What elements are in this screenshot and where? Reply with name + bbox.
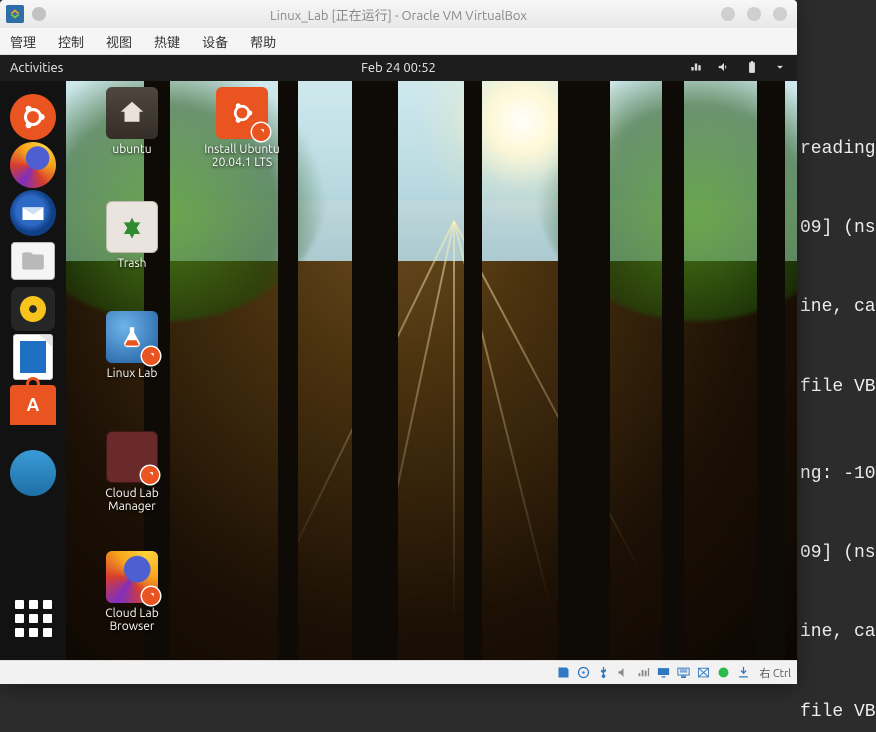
desktop-icon-trash[interactable]: Trash [84, 201, 180, 270]
host-window-title: Linux_Lab [正在运行] - Oracle VM VirtualBox [0, 5, 797, 24]
desktop-icon-label: Trash [84, 257, 180, 270]
gnome-top-bar: Activities Feb 24 00:52 [0, 55, 797, 81]
desktop-icon-linuxlab[interactable]: Linux Lab [84, 311, 180, 380]
gnome-datetime[interactable]: Feb 24 00:52 [0, 61, 797, 75]
host-menubar: 管理 控制 视图 热键 设备 帮助 [0, 28, 797, 55]
background-terminal-block2: ng: -10 09] (nsr ine, ca file VB [800, 455, 876, 732]
shortcut-arrow-icon [142, 347, 160, 365]
statusbar-display1-icon[interactable] [655, 665, 671, 681]
shortcut-arrow-icon [142, 587, 160, 605]
menu-help[interactable]: 帮助 [250, 32, 276, 51]
host-titlebar[interactable]: Linux_Lab [正在运行] - Oracle VM VirtualBox [0, 0, 797, 28]
shortcut-arrow-icon [252, 123, 270, 141]
dock-ubuntu-software[interactable]: A [9, 381, 57, 429]
desktop-icon-cloudbrowser[interactable]: Cloud Lab Browser [84, 551, 180, 633]
dock-ubuntu-logo[interactable] [9, 93, 57, 141]
statusbar-download-icon[interactable] [735, 665, 751, 681]
statusbar-audio-icon[interactable] [615, 665, 631, 681]
dock-thunderbird[interactable] [9, 189, 57, 237]
statusbar-share-icon[interactable] [695, 665, 711, 681]
desktop-icon-label: Cloud Lab Browser [84, 607, 180, 633]
statusbar-net-icon[interactable] [635, 665, 651, 681]
statusbar-display2-icon[interactable] [675, 665, 691, 681]
volume-icon[interactable] [717, 60, 731, 77]
host-menu-dot-icon[interactable] [32, 7, 46, 21]
background-terminal-block1: reading 09] (nsr ine, ca file VB [800, 130, 876, 407]
menu-hotkeys[interactable]: 热键 [154, 32, 180, 51]
statusbar-cd-icon[interactable] [575, 665, 591, 681]
menu-view[interactable]: 视图 [106, 32, 132, 51]
apps-grid-icon [15, 600, 52, 637]
desktop-icon-label: Linux Lab [84, 367, 180, 380]
desktop-icon-cloudmgr[interactable]: Cloud Lab Manager [84, 431, 180, 513]
minimize-button[interactable] [721, 7, 735, 21]
virtualbox-app-icon [6, 5, 24, 23]
desktop-wallpaper[interactable]: ubuntu Install Ubuntu 20.04.1 LTS Trash Lin… [66, 81, 797, 660]
desktop-icon-label: Install Ubuntu 20.04.1 LTS [194, 143, 290, 169]
maximize-button[interactable] [747, 7, 761, 21]
virtualbox-window: Linux_Lab [正在运行] - Oracle VM VirtualBox … [0, 0, 797, 684]
menu-devices[interactable]: 设备 [202, 32, 228, 51]
menu-control[interactable]: 控制 [58, 32, 84, 51]
statusbar-floppy-icon[interactable] [555, 665, 571, 681]
show-applications-button[interactable] [9, 594, 57, 642]
chevron-down-icon[interactable] [773, 60, 787, 77]
dock-libreoffice-writer[interactable] [9, 333, 57, 381]
dock-files[interactable] [9, 237, 57, 285]
battery-icon[interactable] [745, 60, 759, 77]
dock-rhythmbox[interactable] [9, 285, 57, 333]
status-host-key: 右 Ctrl [759, 665, 791, 681]
shortcut-arrow-icon [141, 466, 159, 484]
dock-app-partial[interactable] [9, 429, 57, 477]
statusbar-cloud-icon[interactable] [715, 665, 731, 681]
guest-display: Activities Feb 24 00:52 [0, 55, 797, 660]
activities-button[interactable]: Activities [10, 61, 63, 75]
menu-manage[interactable]: 管理 [10, 32, 36, 51]
network-icon[interactable] [689, 60, 703, 77]
statusbar-usb-icon[interactable] [595, 665, 611, 681]
dock-firefox[interactable] [9, 141, 57, 189]
desktop-icon-label: ubuntu [84, 143, 180, 156]
gnome-dock: A [0, 81, 66, 660]
desktop-icon-label: Cloud Lab Manager [84, 487, 180, 513]
close-button[interactable] [773, 7, 787, 21]
desktop-icon-install[interactable]: Install Ubuntu 20.04.1 LTS [194, 87, 290, 169]
virtualbox-statusbar: 右 Ctrl [0, 660, 797, 684]
desktop-icon-home[interactable]: ubuntu [84, 87, 180, 156]
